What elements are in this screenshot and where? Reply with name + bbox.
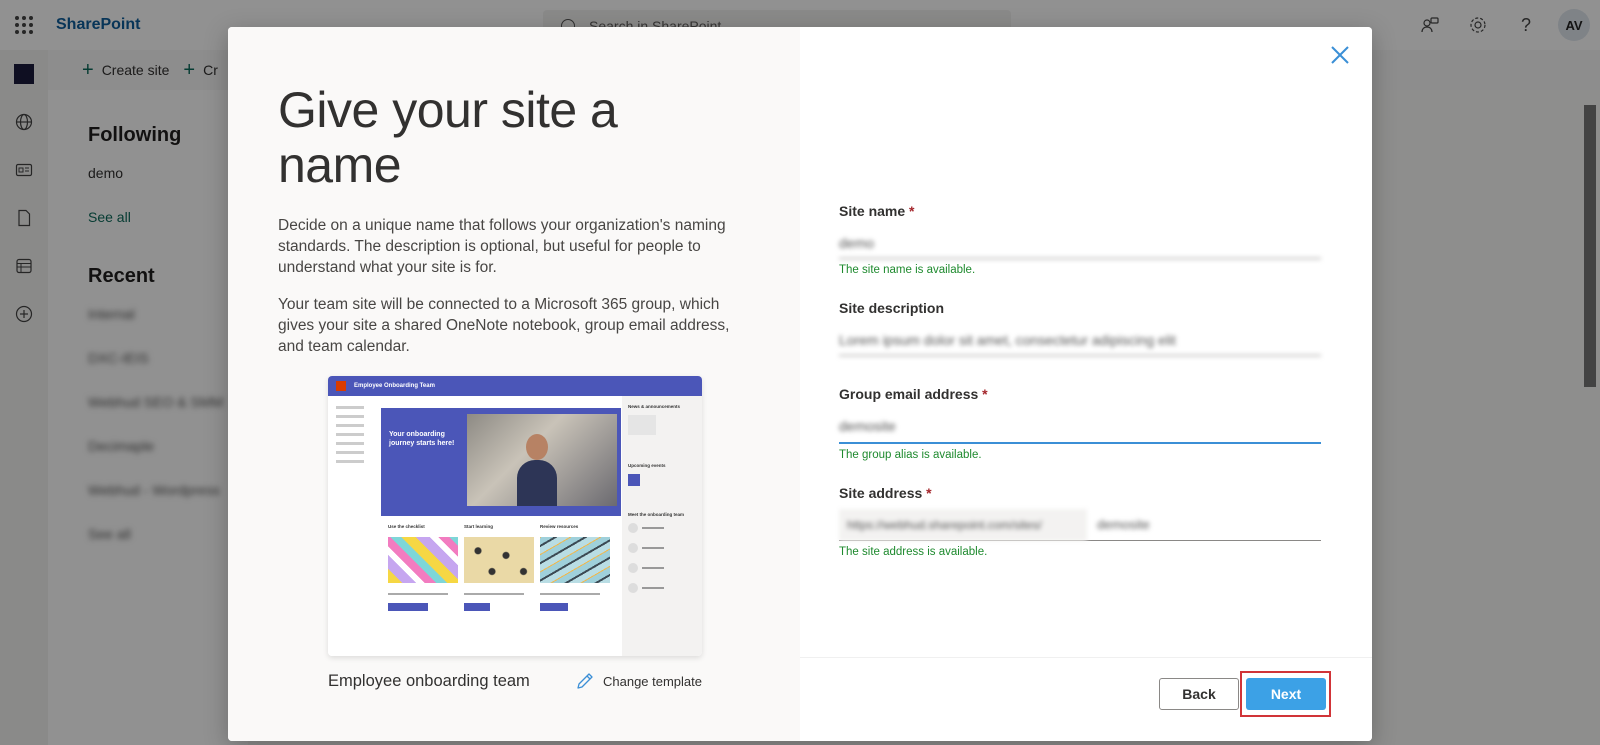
pencil-icon bbox=[577, 673, 593, 689]
create-site-dialog: Give your site a name Decide on a unique… bbox=[228, 27, 1372, 741]
back-button[interactable]: Back bbox=[1159, 678, 1239, 710]
site-description-label: Site description bbox=[839, 300, 945, 316]
preview-news-title: News & announcements bbox=[628, 404, 681, 409]
site-description-input[interactable] bbox=[839, 324, 1321, 356]
site-address-input[interactable]: https://webhud.sharepoint.com/sites/ dem… bbox=[839, 508, 1321, 541]
dialog-title: Give your site a name bbox=[278, 82, 618, 193]
preview-nav bbox=[328, 396, 380, 656]
site-name-input[interactable] bbox=[839, 227, 1321, 259]
change-template-button[interactable]: Change template bbox=[575, 671, 702, 691]
template-name: Employee onboarding team bbox=[328, 671, 530, 690]
next-button[interactable]: Next bbox=[1246, 678, 1326, 710]
site-address-label: Site address * bbox=[839, 485, 932, 501]
required-mark: * bbox=[909, 203, 915, 219]
group-email-underline bbox=[839, 410, 1321, 444]
preview-hero-title: Your onboarding journey starts here! bbox=[389, 431, 455, 447]
site-name-label: Site name * bbox=[839, 203, 915, 219]
change-template-label: Change template bbox=[602, 673, 702, 689]
group-email-field: Group email address * The group alias is… bbox=[839, 386, 1321, 463]
close-icon bbox=[1331, 46, 1349, 64]
site-address-prefix: https://webhud.sharepoint.com/sites/ bbox=[839, 508, 1087, 541]
preview-events-title: Upcoming events bbox=[628, 463, 666, 468]
preview-site-title: Employee Onboarding Team bbox=[354, 383, 435, 389]
site-address-alias[interactable]: demosite bbox=[1097, 517, 1150, 532]
preview-team-title: Meet the onboarding team bbox=[628, 512, 685, 517]
required-mark: * bbox=[926, 485, 932, 501]
preview-sidebar: News & announcements Upcoming events Mee… bbox=[622, 396, 702, 656]
dialog-group-info: Your team site will be connected to a Mi… bbox=[278, 296, 730, 355]
site-address-status: The site address is available. bbox=[839, 546, 988, 558]
preview-hero: Your onboarding journey starts here! bbox=[381, 408, 621, 516]
required-mark: * bbox=[982, 386, 988, 402]
preview-card: Review resources bbox=[540, 524, 610, 611]
group-email-input[interactable] bbox=[839, 410, 1321, 442]
site-address-field: Site address * https://webhud.sharepoint… bbox=[839, 485, 1321, 560]
dialog-form-panel: Site name * The site name is available. … bbox=[800, 27, 1372, 741]
close-button[interactable] bbox=[1328, 43, 1352, 67]
preview-card: Use the checklist bbox=[388, 524, 458, 611]
group-email-status: The group alias is available. bbox=[839, 449, 982, 461]
preview-card: Start learning bbox=[464, 524, 534, 611]
preview-site-logo bbox=[336, 381, 346, 391]
dialog-footer: Back Next bbox=[800, 657, 1372, 741]
preview-header: Employee Onboarding Team bbox=[328, 376, 702, 396]
site-name-status: The site name is available. bbox=[839, 264, 976, 276]
dialog-info-panel: Give your site a name Decide on a unique… bbox=[228, 27, 800, 741]
site-description-field: Site description bbox=[839, 300, 1321, 356]
site-form: Site name * The site name is available. … bbox=[839, 203, 1321, 578]
template-preview: Employee Onboarding Team Your onboarding… bbox=[328, 376, 702, 656]
dialog-description: Decide on a unique name that follows you… bbox=[278, 217, 726, 276]
group-email-label: Group email address * bbox=[839, 386, 988, 402]
preview-video-image bbox=[467, 414, 617, 506]
site-name-field: Site name * The site name is available. bbox=[839, 203, 1321, 278]
template-footer: Employee onboarding team Change template bbox=[328, 671, 702, 691]
